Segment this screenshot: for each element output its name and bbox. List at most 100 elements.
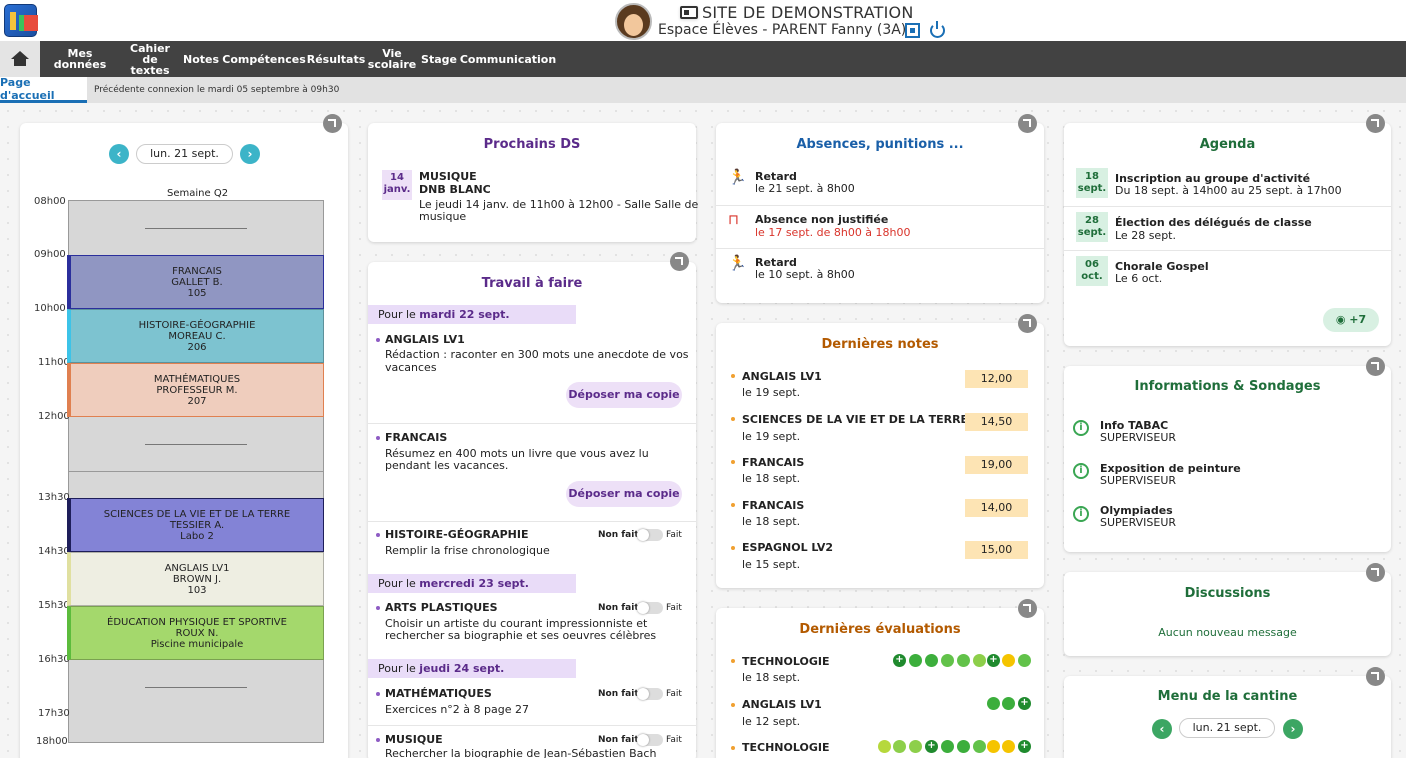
bullet: [731, 460, 735, 464]
expand-icon[interactable]: [1018, 599, 1037, 618]
expand-icon[interactable]: [1366, 357, 1385, 376]
note-grade[interactable]: 15,00: [965, 541, 1028, 559]
expand-icon[interactable]: [1366, 667, 1385, 686]
homework-subject: ANGLAIS LV1: [385, 333, 465, 346]
note-grade[interactable]: 14,50: [965, 413, 1028, 431]
note-subject: SCIENCES DE LA VIE ET DE LA TERRE: [742, 413, 969, 426]
competence-dot[interactable]: [893, 740, 906, 753]
competence-dot[interactable]: +: [1018, 697, 1031, 710]
note-subject: ANGLAIS LV1: [742, 370, 822, 383]
next-day-button[interactable]: ›: [1283, 719, 1303, 739]
prev-day-button[interactable]: ‹: [109, 144, 129, 164]
competence-dot[interactable]: [987, 697, 1000, 710]
competence-dot[interactable]: [909, 740, 922, 753]
deposer-copie-button[interactable]: Déposer ma copie: [566, 481, 682, 507]
competence-dot[interactable]: [973, 654, 986, 667]
site-title-text: SITE DE DEMONSTRATION: [702, 3, 914, 22]
avatar[interactable]: [615, 3, 652, 40]
agenda-day: 28: [1085, 215, 1099, 226]
expand-icon[interactable]: [670, 252, 689, 271]
competence-dot[interactable]: [925, 654, 938, 667]
done-toggle[interactable]: [637, 688, 663, 700]
course-teacher: BROWN J.: [172, 573, 222, 585]
course-subject: FRANCAIS: [172, 265, 222, 277]
competence-dot[interactable]: [957, 654, 970, 667]
competence-dot[interactable]: [1002, 697, 1015, 710]
done-toggle[interactable]: [637, 529, 663, 541]
divider: [1064, 250, 1391, 251]
competence-dot[interactable]: +: [893, 654, 906, 667]
homework-desc: Remplir la frise chronologique: [385, 544, 550, 557]
power-icon[interactable]: [930, 21, 945, 38]
course-subject: ÉDUCATION PHYSIQUE ET SPORTIVE: [107, 616, 287, 628]
absences-title: Absences, punitions ...: [796, 137, 964, 152]
competence-dot[interactable]: [973, 740, 986, 753]
course-eps[interactable]: ÉDUCATION PHYSIQUE ET SPORTIVE ROUX N. P…: [67, 606, 324, 660]
info-icon: i: [1073, 463, 1089, 479]
competence-dot[interactable]: +: [1018, 740, 1031, 753]
expand-icon[interactable]: [1018, 314, 1037, 333]
note-grade[interactable]: 12,00: [965, 370, 1028, 388]
expand-icon[interactable]: [1018, 114, 1037, 133]
ds-subject: MUSIQUE: [419, 170, 477, 183]
nav-mes-donnees[interactable]: Mes données: [42, 41, 118, 77]
competence-dot[interactable]: [1018, 654, 1031, 667]
app-logo[interactable]: [4, 4, 38, 37]
competence-dot[interactable]: [1002, 654, 1015, 667]
nav-competences[interactable]: Compétences: [222, 41, 306, 77]
nav-resultats[interactable]: Résultats: [307, 41, 366, 77]
agenda-day: 06: [1085, 259, 1099, 270]
course-mathematiques[interactable]: MATHÉMATIQUES PROFESSEUR M. 207: [67, 363, 324, 417]
competence-dot[interactable]: [941, 654, 954, 667]
course-svt[interactable]: SCIENCES DE LA VIE ET DE LA TERRE TESSIE…: [67, 498, 324, 552]
next-day-button[interactable]: ›: [240, 144, 260, 164]
nav-stage[interactable]: Stage: [420, 41, 458, 77]
bullet: [376, 338, 380, 342]
hour-label: 13h30: [38, 492, 70, 503]
course-subject: MATHÉMATIQUES: [153, 373, 241, 385]
hour-label: 14h30: [38, 546, 70, 557]
expand-icon[interactable]: [1366, 563, 1385, 582]
nav-communication[interactable]: Communication: [460, 41, 556, 77]
agenda-more-button[interactable]: ◉ +7: [1323, 308, 1379, 332]
done-toggle[interactable]: [637, 602, 663, 614]
agenda-more-count: +7: [1349, 313, 1367, 326]
homework-subject: MUSIQUE: [385, 733, 443, 746]
fait-label: Fait: [666, 530, 682, 540]
nav-notes[interactable]: Notes: [182, 41, 220, 77]
note-grade[interactable]: 14,00: [965, 499, 1028, 517]
agenda-event-title[interactable]: Élection des délégués de classe: [1115, 216, 1312, 229]
prev-day-button[interactable]: ‹: [1152, 719, 1172, 739]
nav-vie-scolaire[interactable]: Vie scolaire: [368, 41, 416, 77]
competence-dot[interactable]: +: [987, 654, 1000, 667]
hour-label: 16h30: [38, 654, 70, 665]
competence-dot[interactable]: [1002, 740, 1015, 753]
expand-icon[interactable]: [1366, 114, 1385, 133]
competence-dot[interactable]: [909, 654, 922, 667]
done-toggle[interactable]: [637, 734, 663, 746]
competence-dot[interactable]: +: [925, 740, 938, 753]
qr-code-icon[interactable]: [905, 23, 920, 38]
cantine-date[interactable]: lun. 21 sept.: [1179, 718, 1275, 738]
empty-slot-line: [145, 444, 247, 445]
course-histoire-geographie[interactable]: HISTOIRE-GÉOGRAPHIE MOREAU C. 206: [67, 309, 324, 363]
competence-dot[interactable]: [941, 740, 954, 753]
homework-date: mardi 22 sept.: [419, 308, 510, 321]
tab-page-accueil[interactable]: Page d'accueil: [0, 76, 87, 103]
competence-dot[interactable]: [987, 740, 1000, 753]
expand-icon[interactable]: [323, 114, 342, 133]
agenda-month: sept.: [1077, 183, 1107, 194]
course-francais[interactable]: FRANCAIS GALLET B. 105: [67, 255, 324, 309]
course-anglais[interactable]: ANGLAIS LV1 BROWN J. 103: [67, 552, 324, 606]
timetable-date[interactable]: lun. 21 sept.: [136, 144, 233, 164]
home-button[interactable]: [0, 41, 40, 77]
running-icon: 🏃: [728, 254, 747, 272]
deposer-copie-button[interactable]: Déposer ma copie: [566, 382, 682, 408]
nav-cahier-de-textes[interactable]: Cahier de textes: [122, 41, 178, 77]
hour-label: 17h30: [38, 708, 70, 719]
competence-dot[interactable]: [878, 740, 891, 753]
info-icon: i: [1073, 506, 1089, 522]
competence-dot[interactable]: [957, 740, 970, 753]
homework-desc: Rédaction : raconter en 300 mots une ane…: [385, 348, 689, 361]
note-grade[interactable]: 19,00: [965, 456, 1028, 474]
